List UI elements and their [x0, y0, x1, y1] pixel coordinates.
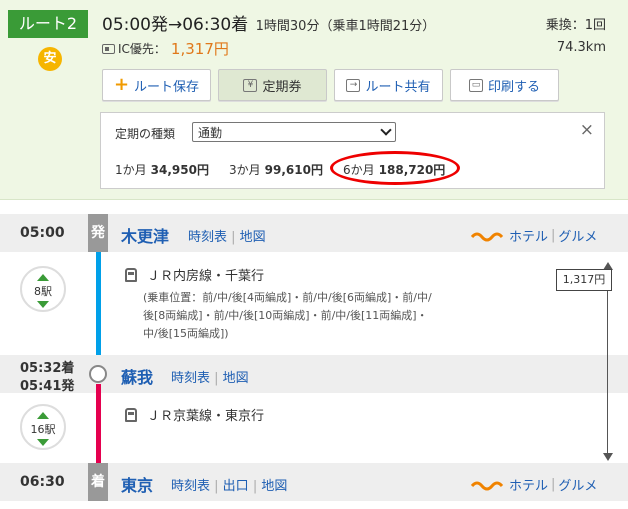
- stop-count-badge[interactable]: 16駅: [20, 404, 66, 450]
- station-links: 時刻表 | 地図: [188, 226, 266, 245]
- duration: 1時間30分（乗車1時間21分）: [255, 19, 436, 34]
- train-name: ＪＲ京葉線・東京行: [147, 409, 265, 424]
- departure-badge: 発: [88, 214, 108, 252]
- separator: |: [210, 371, 223, 386]
- map-link[interactable]: 地図: [223, 371, 249, 386]
- pass-type-label: 定期の種類: [115, 127, 176, 141]
- fare-3-month: 3か月 99,610円: [229, 161, 323, 178]
- hotel-logo-icon: [470, 232, 504, 241]
- departure-time: 05:00: [20, 225, 65, 241]
- time-range: 05:00発→06:30着: [102, 15, 249, 35]
- price-value: 34,950円: [150, 163, 209, 177]
- arrival-time: 06:30: [20, 474, 65, 490]
- car-position-line: (乗車位置：前/中/後[4両編成]・前/中/後[6両編成]・前/中/: [143, 291, 432, 304]
- gourmet-link[interactable]: グルメ: [558, 226, 597, 245]
- pass-type-value: 通勤: [198, 125, 223, 140]
- station-name-tokyo[interactable]: 東京: [121, 472, 153, 496]
- commuter-pass-panel: 定期の種類 通勤 × 1か月 34,950円 3か月 99,610円 6か月 188,…: [100, 112, 605, 189]
- hotel-logo-icon: [470, 481, 504, 490]
- hotel-link[interactable]: ホテル: [509, 475, 548, 494]
- pass-type-select[interactable]: 通勤: [192, 122, 396, 142]
- car-position-line: 中/後[15両編成]): [143, 327, 229, 340]
- expand-up-icon: [37, 274, 49, 281]
- timetable-link[interactable]: 時刻表: [171, 371, 210, 386]
- separator: |: [248, 479, 262, 494]
- train-info: ＪＲ京葉線・東京行: [125, 405, 264, 424]
- plus-icon: +: [113, 74, 130, 95]
- save-route-label: ルート保存: [134, 79, 200, 95]
- stop-count: 16駅: [30, 423, 56, 436]
- gourmet-link[interactable]: グルメ: [558, 475, 597, 494]
- stop-count-badge[interactable]: 8駅: [20, 266, 66, 312]
- arrival-time: 05:32着: [20, 361, 75, 376]
- station-name-soga[interactable]: 蘇我: [121, 364, 153, 388]
- highlight-ellipse: [330, 151, 460, 185]
- arrow-down-icon: [603, 453, 613, 461]
- ic-fare-row: IC優先： 1,317円: [102, 38, 229, 59]
- cheapest-badge: 安: [38, 47, 62, 71]
- separator: |: [551, 228, 556, 243]
- car-position-line: 後[8両編成]・前/中/後[10両編成]・前/中/後[11両編成]・: [143, 309, 428, 322]
- route-time: 05:00発→06:30着 1時間30分（乗車1時間21分）: [102, 10, 435, 35]
- station-extras: ホテル | グルメ: [470, 475, 597, 494]
- train-name: ＪＲ内房線・千葉行: [147, 269, 265, 284]
- print-button[interactable]: ▭ 印刷する: [450, 69, 559, 101]
- share-route-button[interactable]: → ルート共有: [334, 69, 443, 101]
- separator: |: [227, 230, 240, 245]
- map-link[interactable]: 地図: [261, 479, 287, 494]
- ic-fare: 1,317円: [170, 40, 229, 58]
- pass-icon: ¥: [243, 78, 258, 92]
- expand-down-icon: [37, 439, 49, 446]
- timetable-link[interactable]: 時刻表: [171, 479, 210, 494]
- period-label: 1か月: [115, 163, 147, 177]
- route-line-keiyo: [96, 384, 101, 464]
- train-info: ＪＲ内房線・千葉行: [125, 265, 264, 284]
- exit-link[interactable]: 出口: [223, 479, 249, 494]
- transfer-node: [89, 365, 107, 383]
- train-icon: [125, 267, 137, 282]
- timetable-link[interactable]: 時刻表: [188, 230, 227, 245]
- separator: |: [551, 477, 556, 492]
- hotel-link[interactable]: ホテル: [509, 226, 548, 245]
- save-route-button[interactable]: + ルート保存: [102, 69, 211, 101]
- transfer-count: 乗換：1回: [545, 18, 606, 33]
- share-route-label: ルート共有: [365, 79, 431, 95]
- fare-range-line: [607, 268, 608, 458]
- map-link[interactable]: 地図: [240, 230, 266, 245]
- distance: 74.3km: [556, 40, 606, 55]
- station-links: 時刻表 | 地図: [171, 367, 249, 386]
- departure-time: 05:41発: [20, 379, 75, 394]
- station-name-kisarazu[interactable]: 木更津: [121, 223, 169, 247]
- station-links: 時刻表 | 出口 | 地図: [171, 475, 287, 494]
- car-position-info: (乗車位置：前/中/後[4両編成]・前/中/後[6両編成]・前/中/ 後[8両編…: [143, 289, 483, 343]
- stop-count: 8駅: [34, 285, 52, 298]
- commuter-pass-button[interactable]: ¥ 定期券: [218, 69, 327, 101]
- ic-card-icon: [102, 43, 115, 54]
- ic-label: IC優先：: [118, 42, 166, 56]
- expand-up-icon: [37, 412, 49, 419]
- commuter-pass-label: 定期券: [262, 79, 302, 95]
- train-icon: [125, 407, 137, 422]
- arrival-badge: 着: [88, 463, 108, 501]
- separator: |: [210, 479, 223, 494]
- price-value: 99,610円: [264, 163, 323, 177]
- fare-1-month: 1か月 34,950円: [115, 161, 209, 178]
- station-extras: ホテル | グルメ: [470, 226, 597, 245]
- share-icon: →: [346, 78, 361, 92]
- close-icon[interactable]: ×: [580, 120, 594, 140]
- segment-fare: 1,317円: [556, 269, 612, 291]
- print-label: 印刷する: [487, 79, 540, 95]
- route-label: ルート2: [8, 10, 88, 38]
- period-label: 3か月: [229, 163, 261, 177]
- printer-icon: ▭: [468, 78, 483, 92]
- expand-down-icon: [37, 301, 49, 308]
- chevron-down-icon: [380, 124, 392, 136]
